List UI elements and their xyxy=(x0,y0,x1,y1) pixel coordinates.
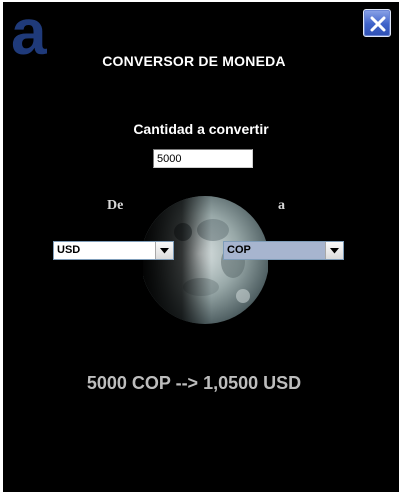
to-dropdown-arrow[interactable] xyxy=(325,242,343,259)
main-panel: a CONVERSOR DE MONEDA Cantidad a convert… xyxy=(3,2,399,492)
amount-label: Cantidad a convertir xyxy=(133,121,269,137)
close-button[interactable] xyxy=(363,9,391,37)
converter-window: a CONVERSOR DE MONEDA Cantidad a convert… xyxy=(0,0,402,495)
to-currency-select[interactable]: COP xyxy=(223,241,344,260)
to-currency-value: COP xyxy=(227,244,251,256)
from-label: De xyxy=(107,198,124,213)
amount-input[interactable] xyxy=(153,149,253,168)
conversion-result: 5000 COP --> 1,0500 USD xyxy=(86,373,302,393)
from-dropdown-arrow[interactable] xyxy=(155,242,173,259)
from-currency-value: USD xyxy=(57,244,81,256)
from-currency-select[interactable]: USD xyxy=(53,241,174,260)
page-title: CONVERSOR DE MONEDA xyxy=(102,53,286,69)
to-label: a xyxy=(278,198,285,213)
close-icon xyxy=(370,16,386,32)
chevron-down-icon xyxy=(160,247,169,253)
chevron-down-icon xyxy=(330,247,339,253)
